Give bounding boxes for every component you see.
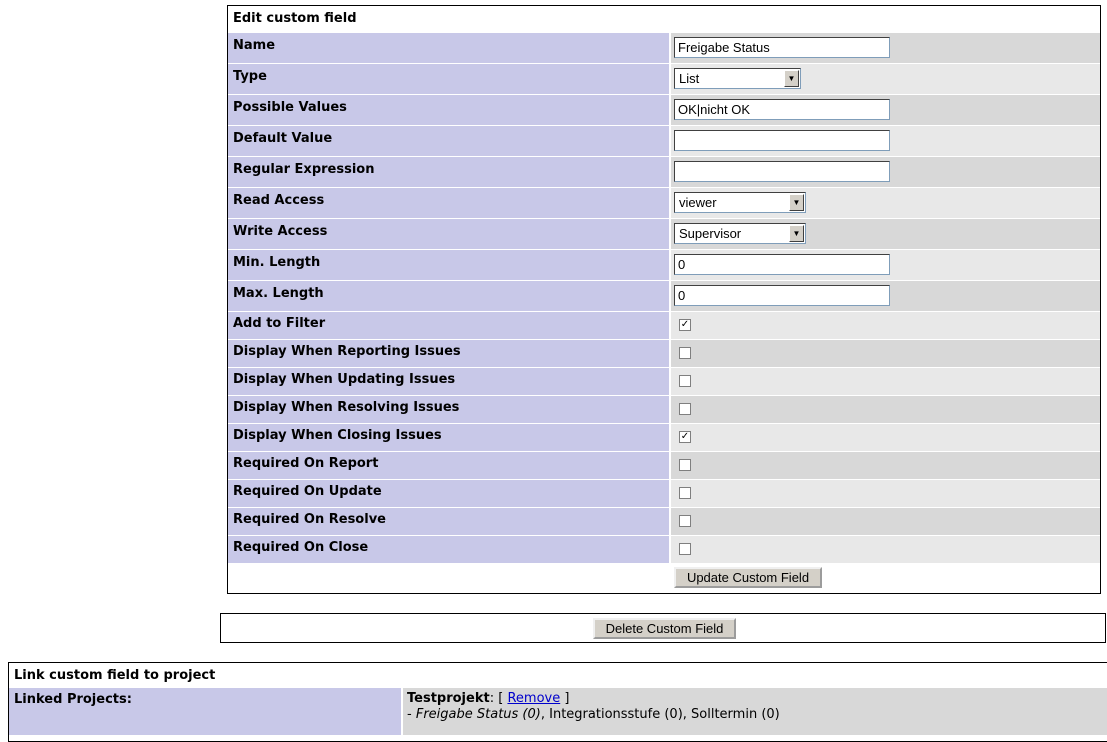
min-length-input[interactable]: 0 — [674, 254, 890, 275]
dropdown-arrow-icon[interactable]: ▼ — [789, 225, 804, 242]
checkbox-row: Required On Update — [228, 479, 1100, 507]
delete-custom-field-button[interactable]: Delete Custom Field — [593, 618, 736, 639]
update-row: Update Custom Field — [228, 563, 1100, 595]
checkbox[interactable] — [679, 487, 691, 499]
link-custom-field-panel: Link custom field to project Linked Proj… — [8, 662, 1107, 742]
checkbox[interactable] — [679, 375, 691, 387]
checkbox[interactable] — [679, 459, 691, 471]
max-length-input[interactable]: 0 — [674, 285, 890, 306]
field-row-default-value: Default Value — [228, 125, 1100, 156]
checkbox[interactable] — [679, 347, 691, 359]
checkbox[interactable]: ✓ — [679, 431, 691, 443]
panel-title: Edit custom field — [233, 11, 357, 26]
edit-custom-field-panel: Edit custom field Name Freigabe Status T… — [227, 5, 1101, 594]
remove-link[interactable]: Remove — [507, 691, 560, 706]
checkbox-label: Display When Reporting Issues — [228, 340, 669, 367]
possible-values-input[interactable]: OK|nicht OK — [674, 99, 890, 120]
field-label: Possible Values — [228, 95, 669, 125]
write-access-select[interactable]: Supervisor ▼ — [674, 223, 806, 244]
checkbox-row: Add to Filter ✓ — [228, 311, 1100, 339]
update-custom-field-button[interactable]: Update Custom Field — [674, 567, 822, 588]
field-label: Regular Expression — [228, 157, 669, 187]
field-row-min-length: Min. Length 0 — [228, 249, 1100, 280]
checkbox-label: Required On Report — [228, 452, 669, 479]
field-row-regex: Regular Expression — [228, 156, 1100, 187]
field-row-type: Type List ▼ — [228, 63, 1100, 94]
project-name: Testprojekt — [407, 691, 490, 706]
checkbox-row: Required On Close — [228, 535, 1100, 563]
checkbox-row: Display When Reporting Issues — [228, 339, 1100, 367]
checkbox-row: Display When Updating Issues — [228, 367, 1100, 395]
linked-projects-label: Linked Projects: — [9, 688, 401, 735]
checkbox-label: Required On Close — [228, 536, 669, 563]
checkbox-row: Display When Closing Issues ✓ — [228, 423, 1100, 451]
linked-projects-value: Testprojekt: [ Remove ] - Freigabe Statu… — [403, 688, 1107, 735]
dropdown-arrow-icon[interactable]: ▼ — [784, 70, 799, 87]
dropdown-arrow-icon[interactable]: ▼ — [789, 194, 804, 211]
field-row-possible-values: Possible Values OK|nicht OK — [228, 94, 1100, 125]
field-label: Min. Length — [228, 250, 669, 280]
checkbox-row: Required On Report — [228, 451, 1100, 479]
checkbox-label: Required On Resolve — [228, 508, 669, 535]
checkbox-label: Display When Closing Issues — [228, 424, 669, 451]
select-value: List — [679, 71, 700, 86]
project-field: Integrationsstufe (0) — [549, 707, 683, 722]
linked-projects-row: Linked Projects: Testprojekt: [ Remove ]… — [9, 687, 1107, 735]
name-input[interactable]: Freigabe Status — [674, 37, 890, 58]
checkbox-label: Add to Filter — [228, 312, 669, 339]
checkbox-label: Display When Resolving Issues — [228, 396, 669, 423]
checkbox-row: Display When Resolving Issues — [228, 395, 1100, 423]
delete-custom-field-panel: Delete Custom Field — [220, 613, 1106, 643]
checkbox[interactable] — [679, 515, 691, 527]
checkbox[interactable] — [679, 403, 691, 415]
field-label: Read Access — [228, 188, 669, 218]
checkmark-icon: ✓ — [680, 431, 690, 442]
field-row-name: Name Freigabe Status — [228, 32, 1100, 63]
select-value: Supervisor — [679, 226, 742, 241]
field-row-max-length: Max. Length 0 — [228, 280, 1100, 311]
checkbox-row: Required On Resolve — [228, 507, 1100, 535]
select-value: viewer — [679, 195, 717, 210]
project-field-current: Freigabe Status (0) — [415, 707, 541, 722]
project-field: Solltermin (0) — [691, 707, 780, 722]
read-access-select[interactable]: viewer ▼ — [674, 192, 806, 213]
checkbox-label: Required On Update — [228, 480, 669, 507]
project-fields-list: - Freigabe Status (0), Integrationsstufe… — [407, 707, 780, 722]
checkbox[interactable]: ✓ — [679, 319, 691, 331]
checkbox-label: Display When Updating Issues — [228, 368, 669, 395]
field-label: Type — [228, 64, 669, 94]
panel-title: Link custom field to project — [14, 668, 216, 683]
field-label: Name — [228, 33, 669, 63]
field-row-write-access: Write Access Supervisor ▼ — [228, 218, 1100, 249]
regular-expression-input[interactable] — [674, 161, 890, 182]
field-label: Max. Length — [228, 281, 669, 311]
field-row-read-access: Read Access viewer ▼ — [228, 187, 1100, 218]
checkmark-icon: ✓ — [680, 319, 690, 330]
field-label: Write Access — [228, 219, 669, 249]
field-label: Default Value — [228, 126, 669, 156]
checkbox[interactable] — [679, 543, 691, 555]
default-value-input[interactable] — [674, 130, 890, 151]
type-select[interactable]: List ▼ — [674, 68, 801, 89]
